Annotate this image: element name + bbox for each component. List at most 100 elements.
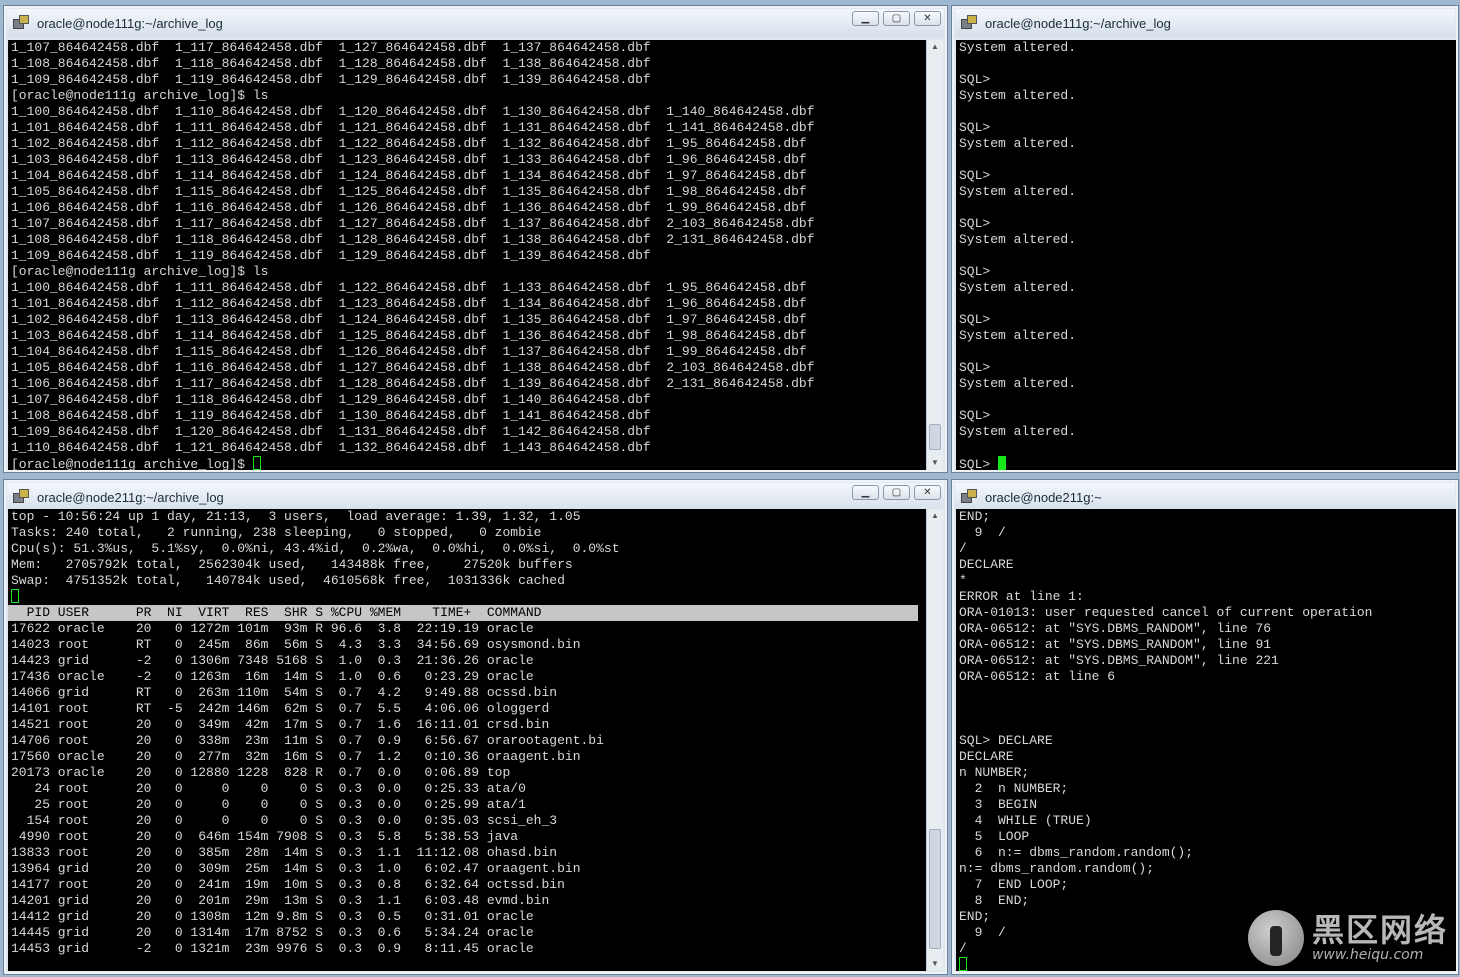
terminal-line: SQL>: [959, 120, 991, 135]
terminal-line: 5 LOOP: [959, 829, 1030, 844]
titlebar[interactable]: oracle@node111g:~/archive_log: [955, 9, 1455, 37]
titlebar[interactable]: oracle@node211g:~/archive_log: [7, 483, 944, 511]
process-table-header: PID USER PR NI VIRT RES SHR S %CPU %MEM …: [8, 605, 918, 621]
terminal-line: ORA-06512: at "SYS.DBMS_RANDOM", line 22…: [959, 653, 1279, 668]
top-summary: top - 10:56:24 up 1 day, 21:13, 3 users,…: [8, 509, 926, 589]
terminal-line: END;: [959, 509, 991, 524]
terminal-line: ORA-06512: at "SYS.DBMS_RANDOM", line 76: [959, 621, 1272, 636]
terminal-line: 4 WHILE (TRUE): [959, 813, 1092, 828]
scroll-down-arrow-icon[interactable]: ▼: [927, 456, 943, 470]
terminal-line: System altered.: [959, 40, 1077, 55]
text-cursor: [998, 456, 1007, 470]
terminal-line: SQL>: [959, 408, 991, 423]
titlebar[interactable]: oracle@node111g:~/archive_log: [7, 9, 944, 37]
terminal-line: 8 END;: [959, 893, 1030, 908]
summary-line: Tasks: 240 total, 2 running, 238 sleepin…: [11, 525, 542, 540]
table-row: 14445 grid 20 0 1314m 17m 8752 S 0.3 0.6…: [11, 925, 534, 940]
scroll-down-arrow-icon[interactable]: ▼: [927, 957, 943, 971]
putty-icon: [13, 489, 31, 505]
table-row: 13833 root 20 0 385m 28m 14m S 0.3 1.1 1…: [11, 845, 558, 860]
window-top-right[interactable]: oracle@node111g:~/archive_log System alt…: [951, 5, 1459, 473]
table-row: 17622 oracle 20 0 1272m 101m 93m R 96.6 …: [11, 621, 534, 636]
shell-prompt[interactable]: [oracle@node111g archive_log]$: [8, 456, 926, 470]
terminal-line: 1_110_864642458.dbf 1_121_864642458.dbf …: [11, 440, 651, 455]
terminal-line: ORA-01013: user requested cancel of curr…: [959, 605, 1373, 620]
terminal-line: 1_102_864642458.dbf 1_112_864642458.dbf …: [11, 136, 807, 151]
terminal-line: System altered.: [959, 328, 1077, 343]
terminal-output: System altered. SQL> System altered. SQL> Sy…: [956, 40, 1456, 456]
scroll-up-arrow-icon[interactable]: ▲: [927, 40, 943, 54]
terminal-line: SQL>: [959, 312, 991, 327]
vertical-scrollbar[interactable]: ▲ ▼: [926, 40, 943, 470]
terminal-line: System altered.: [959, 376, 1077, 391]
table-row: 17436 oracle -2 0 1263m 16m 14m S 1.0 0.…: [11, 669, 534, 684]
terminal-line: [oracle@node111g archive_log]$ ls: [11, 88, 269, 103]
terminal-line: 1_102_864642458.dbf 1_113_864642458.dbf …: [11, 312, 807, 327]
table-row: 14706 root 20 0 338m 23m 11m S 0.7 0.9 6…: [11, 733, 604, 748]
terminal-line: 1_103_864642458.dbf 1_114_864642458.dbf …: [11, 328, 807, 343]
window-title: oracle@node211g:~: [985, 489, 1102, 505]
terminal-line: 1_107_864642458.dbf 1_118_864642458.dbf …: [11, 392, 651, 407]
process-table: 17622 oracle 20 0 1272m 101m 93m R 96.6 …: [8, 621, 926, 957]
window-title: oracle@node211g:~/archive_log: [37, 489, 224, 505]
scrollbar-thumb[interactable]: [929, 424, 941, 450]
terminal-line: System altered.: [959, 88, 1077, 103]
terminal-line: ERROR at line 1:: [959, 589, 1084, 604]
terminal-line: SQL>: [959, 216, 991, 231]
putty-icon: [961, 15, 979, 31]
terminal-line: 6 n:= dbms_random.random();: [959, 845, 1194, 860]
table-row: 13964 grid 20 0 309m 25m 14m S 0.3 1.0 6…: [11, 861, 581, 876]
putty-icon: [13, 15, 31, 31]
table-row: 154 root 20 0 0 0 0 S 0.3 0.0 0:35.03 sc…: [11, 813, 558, 828]
summary-line: top - 10:56:24 up 1 day, 21:13, 3 users,…: [11, 509, 581, 524]
minimize-button[interactable]: ▁: [852, 11, 879, 26]
summary-line: Mem: 2705792k total, 2562304k used, 1434…: [11, 557, 573, 572]
terminal-line: System altered.: [959, 280, 1077, 295]
terminal-area[interactable]: END; 9 // DECLARE * ERROR at line 1: ORA-010…: [956, 509, 1456, 971]
terminal-line: 1_109_864642458.dbf 1_120_864642458.dbf …: [11, 424, 651, 439]
vertical-scrollbar[interactable]: ▲ ▼: [926, 509, 943, 971]
terminal-line: 9 /: [959, 525, 1006, 540]
table-row: 24 root 20 0 0 0 0 S 0.3 0.0 0:25.33 ata…: [11, 781, 526, 796]
close-button[interactable]: ✕: [914, 485, 941, 500]
terminal-area[interactable]: System altered. SQL> System altered. SQL> Sy…: [956, 40, 1456, 470]
window-bottom-left[interactable]: oracle@node211g:~/archive_log ▁ ▢ ✕ top …: [3, 479, 948, 975]
scrollbar-thumb[interactable]: [929, 829, 941, 949]
maximize-button[interactable]: ▢: [883, 11, 910, 26]
terminal-line: ORA-06512: at "SYS.DBMS_RANDOM", line 91: [959, 637, 1272, 652]
terminal-line: 1_100_864642458.dbf 1_110_864642458.dbf …: [11, 104, 815, 119]
terminal-line: [oracle@node111g archive_log]$ ls: [11, 264, 269, 279]
table-row: 14201 grid 20 0 201m 29m 13m S 0.3 1.1 6…: [11, 893, 550, 908]
cursor-line[interactable]: [8, 589, 926, 605]
table-row: 4990 root 20 0 646m 154m 7908 S 0.3 5.8 …: [11, 829, 519, 844]
terminal-line: SQL>: [959, 168, 991, 183]
window-bottom-right[interactable]: oracle@node211g:~ END; 9 // DECLARE * ERROR…: [951, 479, 1459, 975]
site-watermark: 黑区网络 www.heiqu.com: [1247, 910, 1448, 966]
terminal-line: 1_107_864642458.dbf 1_117_864642458.dbf …: [11, 40, 651, 55]
terminal-output: END; 9 // DECLARE * ERROR at line 1: ORA-010…: [956, 509, 1456, 957]
scroll-up-arrow-icon[interactable]: ▲: [927, 509, 943, 523]
terminal-line: SQL> DECLARE: [959, 733, 1053, 748]
sql-prompt[interactable]: SQL>: [956, 456, 1456, 470]
table-row: 14066 grid RT 0 263m 110m 54m S 0.7 4.2 …: [11, 685, 558, 700]
close-button[interactable]: ✕: [914, 11, 941, 26]
window-top-left[interactable]: oracle@node111g:~/archive_log ▁ ▢ ✕ 1_10…: [3, 5, 948, 473]
terminal-line: DECLARE: [959, 557, 1014, 572]
titlebar[interactable]: oracle@node211g:~: [955, 483, 1455, 511]
terminal-area[interactable]: top - 10:56:24 up 1 day, 21:13, 3 users,…: [8, 509, 926, 971]
window-title: oracle@node111g:~/archive_log: [985, 15, 1171, 31]
terminal-line: 1_106_864642458.dbf 1_116_864642458.dbf …: [11, 200, 807, 215]
terminal-line: 1_108_864642458.dbf 1_118_864642458.dbf …: [11, 232, 815, 247]
terminal-area[interactable]: 1_107_864642458.dbf 1_117_864642458.dbf …: [8, 40, 926, 470]
table-row: 17560 oracle 20 0 277m 32m 16m S 0.7 1.2…: [11, 749, 581, 764]
table-row: 14453 grid -2 0 1321m 23m 9976 S 0.3 0.9…: [11, 941, 534, 956]
maximize-button[interactable]: ▢: [883, 485, 910, 500]
terminal-line: System altered.: [959, 136, 1077, 151]
minimize-button[interactable]: ▁: [852, 485, 879, 500]
